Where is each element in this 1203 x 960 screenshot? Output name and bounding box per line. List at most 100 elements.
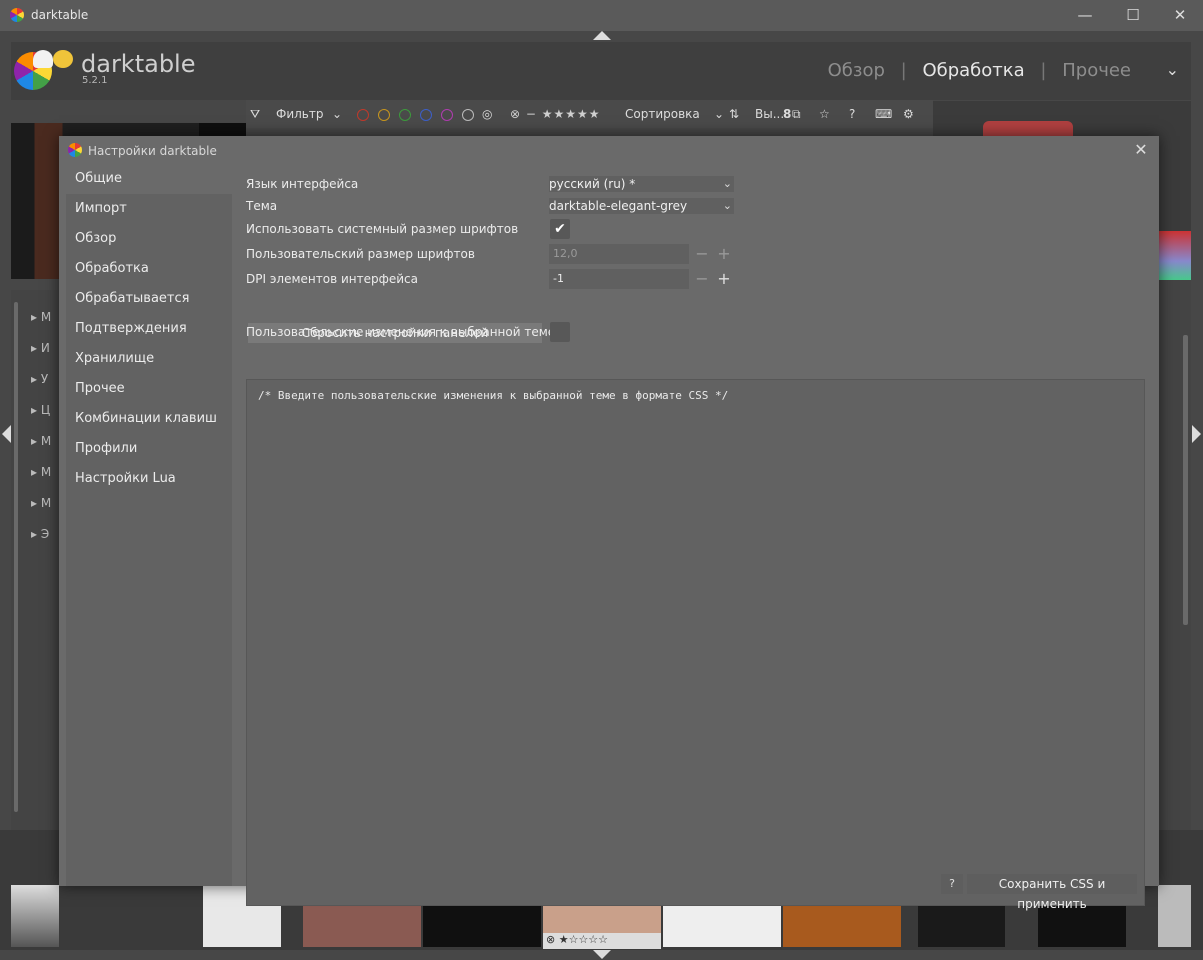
help-icon[interactable]: ? — [849, 107, 855, 121]
help-button[interactable]: ? — [941, 874, 963, 894]
dpi-input[interactable]: -1 — [549, 269, 689, 289]
tab-presets[interactable]: Профили — [66, 434, 232, 464]
dialog-titlebar: Настройки darktable ✕ — [59, 136, 1159, 164]
tab-processing[interactable]: Обрабатывается — [66, 284, 232, 314]
tab-lua-options[interactable]: Настройки Lua — [66, 464, 232, 494]
dialog-title: Настройки darktable — [88, 144, 217, 158]
view-separator: | — [1040, 60, 1047, 81]
filmstrip-thumb[interactable] — [11, 885, 59, 947]
no-label-icon[interactable] — [462, 109, 474, 121]
keyboard-icon[interactable]: ⌨ — [875, 107, 892, 121]
filmstrip-thumb[interactable] — [63, 885, 181, 947]
increment-icon[interactable]: + — [715, 270, 733, 288]
system-font-label: Использовать системный размер шрифтов — [246, 222, 519, 236]
sort-dropdown-icon[interactable]: ⌄ — [714, 107, 724, 121]
preferences-sidebar: Общие Импорт Обзор Обработка Обрабатывае… — [66, 164, 232, 886]
left-panel-item[interactable]: ▸ Э — [31, 527, 49, 541]
collapse-top-panel-icon[interactable] — [593, 31, 611, 40]
custom-font-input[interactable]: 12,0 — [549, 244, 689, 264]
top-toolbar: ⛛ Фильтр ⌄ ◎ ⊗ − ★★★★★ Сортировка ⌄ ⇅ Вы… — [246, 100, 933, 128]
purple-label-icon[interactable] — [441, 109, 453, 121]
app-logo-icon — [68, 143, 82, 157]
collapse-bottom-panel-icon[interactable] — [593, 950, 611, 959]
view-other[interactable]: Прочее — [1062, 60, 1131, 81]
decrement-icon[interactable]: − — [693, 245, 711, 263]
system-font-checkbox[interactable]: ✔ — [550, 219, 570, 239]
filter-icon[interactable]: ⛛ — [250, 107, 260, 122]
blue-label-icon[interactable] — [420, 109, 432, 121]
left-panel-item[interactable]: ▸ У — [31, 372, 48, 386]
left-panel-item[interactable]: ▸ М — [31, 434, 51, 448]
window-titlebar: darktable — ☐ ✕ — [0, 0, 1203, 31]
green-label-icon[interactable] — [399, 109, 411, 121]
app-version: 5.2.1 — [82, 75, 108, 86]
select-label[interactable]: Вы... — [755, 107, 784, 121]
collapse-left-panel-icon[interactable] — [2, 425, 11, 443]
left-panel-item[interactable]: ▸ И — [31, 341, 50, 355]
chevron-down-icon[interactable]: ⌄ — [1166, 60, 1179, 79]
css-editor[interactable]: /* Введите пользовательские изменения к … — [246, 379, 1145, 906]
thumb-rating[interactable]: ⊗ ★☆☆☆☆ — [543, 933, 661, 949]
view-lighttable[interactable]: Обзор — [828, 60, 885, 81]
close-window-icon[interactable]: ✕ — [1168, 5, 1192, 25]
filter-label[interactable]: Фильтр — [276, 107, 323, 121]
right-scrollbar[interactable] — [1183, 335, 1188, 625]
close-icon[interactable]: ✕ — [1131, 140, 1151, 160]
yellow-label-icon[interactable] — [378, 109, 390, 121]
left-panel-item[interactable]: ▸ М — [31, 496, 51, 510]
app-name: darktable — [81, 50, 196, 78]
dpi-label: DPI элементов интерфейса — [246, 272, 418, 286]
save-css-button[interactable]: Сохранить CSS и применить — [967, 874, 1137, 911]
tab-misc[interactable]: Прочее — [66, 374, 232, 404]
left-scrollbar[interactable] — [14, 302, 18, 812]
tab-security[interactable]: Подтверждения — [66, 314, 232, 344]
tab-darkroom[interactable]: Обработка — [66, 254, 232, 284]
view-separator: | — [900, 60, 907, 81]
sort-label[interactable]: Сортировка — [625, 107, 700, 121]
theme-mods-checkbox[interactable] — [550, 322, 570, 342]
rating-filter[interactable]: ⊗ − ★★★★★ — [510, 107, 601, 121]
tab-lighttable[interactable]: Обзор — [66, 224, 232, 254]
tab-shortcuts[interactable]: Комбинации клавиш — [66, 404, 232, 434]
filmstrip-thumb[interactable] — [1158, 885, 1191, 947]
star-icon[interactable]: ☆ — [819, 107, 830, 121]
language-select[interactable]: русский (ru) * ⌄ — [549, 176, 734, 192]
tab-general[interactable]: Общие — [66, 164, 232, 194]
theme-select[interactable]: darktable-elegant-grey ⌄ — [549, 198, 734, 214]
theme-mods-label: Пользовательские изменения к выбранной т… — [246, 325, 556, 339]
custom-font-label: Пользовательский размер шрифтов — [246, 247, 475, 261]
right-panel — [1157, 280, 1191, 830]
language-label: Язык интерфейса — [246, 177, 359, 191]
filter-dropdown-icon[interactable]: ⌄ — [332, 107, 342, 121]
tab-storage[interactable]: Хранилище — [66, 344, 232, 374]
view-switcher: Обзор | Обработка | Прочее — [818, 60, 1131, 81]
minimize-icon[interactable]: — — [1073, 5, 1097, 25]
app-header: darktable 5.2.1 Обзор | Обработка | Проч… — [11, 42, 1191, 100]
image-count: 8 — [783, 107, 792, 121]
preferences-dialog: Настройки darktable ✕ Общие Импорт Обзор… — [59, 136, 1159, 911]
group-icon[interactable]: ⧉ — [792, 107, 801, 122]
collapse-right-panel-icon[interactable] — [1192, 425, 1201, 443]
tab-import[interactable]: Импорт — [66, 194, 232, 224]
left-panel-item[interactable]: ▸ Ц — [31, 403, 50, 417]
view-darkroom[interactable]: Обработка — [922, 60, 1024, 81]
decrement-icon[interactable]: − — [693, 270, 711, 288]
gear-icon[interactable]: ⚙ — [903, 107, 914, 121]
theme-label: Тема — [246, 199, 278, 213]
preferences-content: Язык интерфейса русский (ru) * ⌄ Тема dar… — [232, 164, 1159, 911]
chevron-down-icon: ⌄ — [722, 199, 732, 212]
darktable-window: darktable — ☐ ✕ darktable 5.2.1 Обзор | … — [0, 0, 1203, 960]
left-panel-item[interactable]: ▸ М — [31, 465, 51, 479]
ghost-icon — [33, 50, 53, 68]
pumpkin-icon — [53, 50, 73, 68]
color-preview — [1158, 231, 1191, 281]
sort-order-icon[interactable]: ⇅ — [729, 107, 739, 121]
label-op-icon[interactable]: ◎ — [482, 107, 492, 121]
increment-icon[interactable]: + — [715, 245, 733, 263]
red-label-icon[interactable] — [357, 109, 369, 121]
app-logo-icon — [10, 8, 24, 22]
chevron-down-icon: ⌄ — [722, 177, 732, 190]
maximize-icon[interactable]: ☐ — [1121, 5, 1145, 25]
left-panel-item[interactable]: ▸ М — [31, 310, 51, 324]
window-title: darktable — [31, 8, 89, 22]
